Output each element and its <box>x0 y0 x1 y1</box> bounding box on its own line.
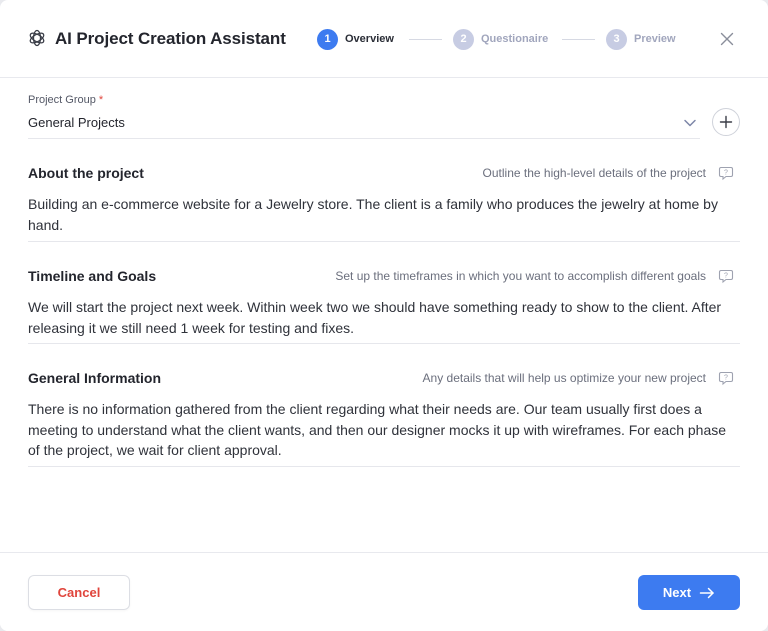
section-title: About the project <box>28 165 144 181</box>
modal-footer: Cancel Next <box>0 552 768 631</box>
section-title: Timeline and Goals <box>28 268 157 284</box>
step-number: 3 <box>606 28 627 50</box>
section-text-field[interactable]: We will start the project next week. Wit… <box>28 297 740 338</box>
close-icon[interactable] <box>718 30 736 48</box>
cancel-button-label: Cancel <box>57 585 101 600</box>
step-overview[interactable]: 1 Overview <box>317 28 394 50</box>
section-text-field[interactable]: Building an e-commerce website for a Jew… <box>28 194 740 235</box>
arrow-right-icon <box>699 587 714 598</box>
add-project-group-button[interactable] <box>712 108 740 136</box>
openai-logo-icon <box>29 29 45 47</box>
section-general-information: General Information Any details that wil… <box>28 370 740 467</box>
next-button[interactable]: Next <box>638 575 740 610</box>
required-mark: * <box>98 94 104 106</box>
chat-bubble-help-icon[interactable]: ? <box>718 268 734 284</box>
project-group-label-text: Project Group <box>28 94 96 106</box>
section-timeline-goals: Timeline and Goals Set up the timeframes… <box>28 268 740 344</box>
project-group-select[interactable]: General Projects <box>28 108 700 139</box>
step-number: 2 <box>453 28 474 50</box>
chat-bubble-help-icon[interactable]: ? <box>718 165 734 181</box>
section-text-field[interactable]: There is no information gathered from th… <box>28 399 740 461</box>
svg-text:?: ? <box>724 375 728 382</box>
modal-header: AI Project Creation Assistant 1 Overview… <box>0 0 768 78</box>
step-label: Questionaire <box>481 33 549 45</box>
step-number: 1 <box>317 28 338 50</box>
step-connector <box>409 39 442 40</box>
step-preview[interactable]: 3 Preview <box>606 28 676 50</box>
section-title: General Information <box>28 370 162 386</box>
chat-bubble-help-icon[interactable]: ? <box>718 370 734 386</box>
step-connector <box>562 39 595 40</box>
project-group-label: Project Group * <box>28 94 103 106</box>
section-hint: Outline the high-level details of the pr… <box>482 166 706 180</box>
step-questionaire[interactable]: 2 Questionaire <box>453 28 548 50</box>
step-label: Overview <box>345 33 394 45</box>
svg-text:?: ? <box>724 273 728 280</box>
project-creation-modal: AI Project Creation Assistant 1 Overview… <box>0 0 768 631</box>
project-group-value: General Projects <box>28 115 125 130</box>
modal-title: AI Project Creation Assistant <box>55 29 286 48</box>
svg-text:?: ? <box>724 170 728 177</box>
next-button-label: Next <box>662 585 692 600</box>
section-about-project: About the project Outline the high-level… <box>28 165 740 242</box>
section-hint: Any details that will help us optimize y… <box>422 371 706 385</box>
cancel-button[interactable]: Cancel <box>28 575 130 610</box>
chevron-down-icon <box>684 119 696 127</box>
section-hint: Set up the timeframes in which you want … <box>335 269 706 283</box>
plus-icon <box>719 115 733 129</box>
step-label: Preview <box>634 33 676 45</box>
